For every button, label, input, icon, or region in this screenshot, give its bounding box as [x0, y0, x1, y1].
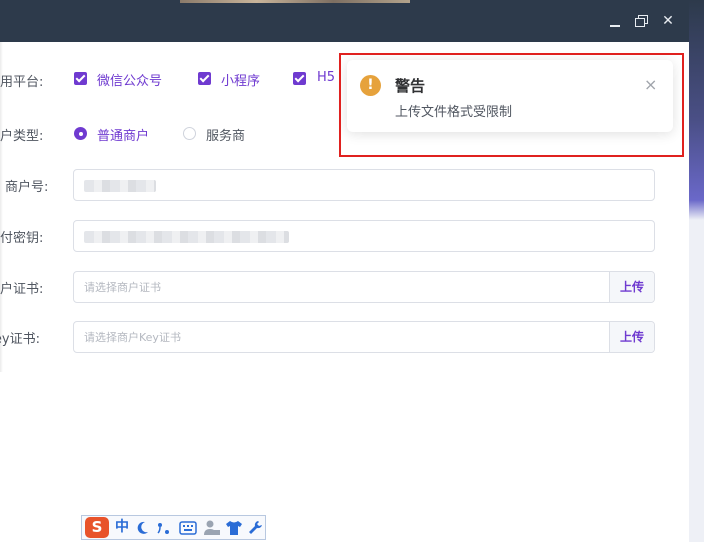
merchant-cert-upload-button[interactable]: 上传	[609, 272, 654, 302]
moon-icon[interactable]	[136, 520, 150, 536]
highlight-box	[339, 53, 684, 157]
key-cert-placeholder: 请选择商户Key证书	[84, 331, 181, 344]
minimize-icon[interactable]	[606, 12, 624, 30]
ime-mode-chinese[interactable]: 中	[115, 519, 129, 536]
wrench-icon[interactable]	[247, 519, 263, 537]
merchant-cert-placeholder: 请选择商户证书	[84, 281, 161, 294]
merchant-cert-input[interactable]: 请选择商户证书 上传	[73, 271, 655, 303]
key-cert-input[interactable]: 请选择商户Key证书 上传	[73, 321, 655, 353]
merchant-no-input[interactable]	[73, 169, 655, 201]
platform-checkbox-h5[interactable]	[293, 72, 306, 85]
merchant-no-label: 商户号:	[5, 180, 49, 195]
merchant-type-option-provider[interactable]: 服务商	[206, 125, 245, 144]
user-icon[interactable]	[203, 519, 221, 537]
restore-icon[interactable]	[633, 12, 651, 30]
dialog-edge-shadow	[0, 42, 3, 372]
redacted-value	[84, 180, 156, 192]
keyboard-icon[interactable]	[179, 521, 197, 535]
platform-option-wechat[interactable]: 微信公众号	[97, 70, 162, 89]
platform-label: 应用平台:	[0, 75, 44, 90]
key-cert-label: Key证书:	[0, 332, 40, 347]
platform-checkbox-wechat[interactable]	[74, 72, 87, 85]
pay-secret-label: 支付密钥:	[0, 231, 44, 246]
background-edge	[689, 0, 704, 542]
key-cert-upload-button[interactable]: 上传	[609, 322, 654, 352]
shirt-icon[interactable]	[225, 519, 243, 537]
merchant-cert-label: 商户证书:	[0, 282, 44, 297]
redacted-value	[84, 231, 289, 243]
close-icon[interactable]: ✕	[659, 12, 677, 30]
merchant-type-radio-provider[interactable]	[183, 127, 196, 140]
platform-checkbox-miniprogram[interactable]	[198, 72, 211, 85]
merchant-type-option-normal[interactable]: 普通商户	[97, 125, 149, 144]
platform-option-h5[interactable]: H5	[317, 70, 335, 85]
punctuation-icon[interactable]	[156, 519, 172, 537]
merchant-type-label: 商户类型:	[0, 129, 44, 144]
pay-secret-input[interactable]	[73, 220, 655, 252]
merchant-type-radio-normal[interactable]	[74, 127, 87, 140]
platform-option-miniprogram[interactable]: 小程序	[221, 70, 260, 89]
ime-toolbar: S 中	[81, 515, 266, 540]
window-titlebar: ✕	[0, 0, 689, 42]
sogou-logo-icon[interactable]: S	[85, 517, 109, 538]
background-photo-strip	[180, 0, 410, 3]
